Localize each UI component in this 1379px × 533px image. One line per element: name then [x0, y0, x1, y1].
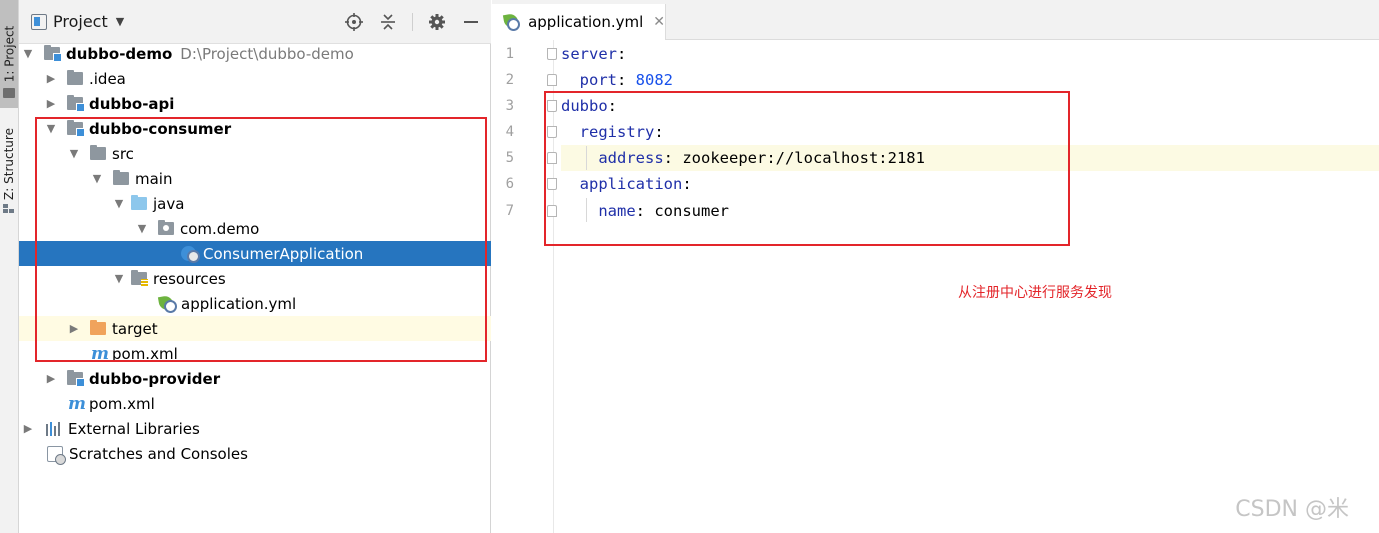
- code-line[interactable]: port: 8082: [561, 67, 1379, 93]
- tree-node-scratches[interactable]: Scratches and Consoles: [19, 441, 491, 466]
- gear-icon[interactable]: [427, 12, 447, 32]
- tree-node-dubbo-provider[interactable]: ▶ dubbo-provider: [19, 366, 491, 391]
- yaml-key: port: [579, 71, 617, 89]
- chevron-down-icon: ▼: [115, 15, 125, 28]
- collapse-arrow-icon[interactable]: ▶: [45, 97, 57, 110]
- structure-icon: [3, 204, 14, 213]
- fold-toggle-icon[interactable]: [547, 48, 557, 60]
- line-number: 1: [505, 46, 514, 62]
- hide-panel-icon[interactable]: [461, 12, 481, 32]
- collapse-arrow-icon[interactable]: ▶: [45, 372, 57, 385]
- module-folder-icon: [67, 95, 85, 112]
- module-folder-icon: [44, 45, 62, 62]
- tree-node-label: dubbo-api: [89, 94, 175, 113]
- code-line[interactable]: server:: [561, 41, 1379, 67]
- editor-tab-bar: application.yml ✕: [492, 0, 1379, 40]
- editor-area: application.yml ✕ 1 2 3 4 5 6 7 server: …: [492, 0, 1379, 533]
- tree-node-path: D:\Project\dubbo-demo: [180, 44, 354, 63]
- toolbar-divider: [412, 13, 413, 31]
- watermark: CSDN @米: [1235, 497, 1349, 522]
- tool-window-strip: 1: Project Z: Structure: [0, 0, 19, 533]
- project-view-selector[interactable]: Project ▼: [31, 12, 124, 31]
- collapse-all-icon[interactable]: [378, 12, 398, 32]
- tree-node-label: dubbo-provider: [89, 369, 221, 388]
- tree-node-root-pom[interactable]: m pom.xml: [19, 391, 491, 416]
- folder-icon: [3, 88, 15, 98]
- line-number: 7: [505, 203, 514, 219]
- editor-tab-label: application.yml: [528, 13, 644, 31]
- collapse-arrow-icon[interactable]: ▶: [22, 422, 34, 435]
- annotation-box-dubbo-config: [544, 91, 1070, 246]
- tree-node-external-libraries[interactable]: ▶ External Libraries: [19, 416, 491, 441]
- tree-node-idea[interactable]: ▶ .idea: [19, 66, 491, 91]
- project-tool-tab-label: 1: Project: [2, 25, 16, 83]
- collapse-arrow-icon[interactable]: ▶: [45, 72, 57, 85]
- project-panel-header: Project ▼: [19, 0, 491, 44]
- project-panel: Project ▼ ▼ dubbo-demo D:\Project\dubbo-…: [19, 0, 491, 533]
- project-icon: [31, 13, 47, 30]
- annotation-box-consumer: [35, 117, 487, 362]
- tree-node-label: pom.xml: [89, 394, 155, 413]
- structure-tool-tab[interactable]: Z: Structure: [0, 112, 18, 216]
- scratches-icon: [47, 445, 66, 465]
- maven-icon: m: [68, 393, 86, 414]
- folder-icon: [67, 70, 83, 85]
- tree-node-label: .idea: [89, 69, 126, 88]
- expand-arrow-icon[interactable]: ▼: [22, 47, 34, 60]
- close-icon[interactable]: ✕: [653, 14, 665, 30]
- line-number: 3: [505, 98, 514, 114]
- tree-node-dubbo-api[interactable]: ▶ dubbo-api: [19, 91, 491, 116]
- editor-tab-application-yml[interactable]: application.yml ✕: [492, 4, 666, 40]
- library-icon: [46, 421, 64, 436]
- project-tool-tab[interactable]: 1: Project: [0, 0, 18, 108]
- tree-node-label: dubbo-demo: [66, 44, 173, 63]
- panel-toolbar: [344, 12, 481, 32]
- tree-node-label: Scratches and Consoles: [69, 444, 248, 463]
- structure-tool-tab-label: Z: Structure: [2, 128, 16, 200]
- locate-file-icon[interactable]: [344, 12, 364, 32]
- yaml-key: server: [561, 45, 617, 63]
- module-folder-icon: [67, 370, 85, 387]
- line-number: 5: [505, 150, 514, 166]
- spring-config-icon: [504, 13, 521, 31]
- line-number: 2: [505, 72, 514, 88]
- yaml-value: 8082: [635, 71, 673, 89]
- yaml-separator: :: [617, 71, 636, 89]
- yaml-separator: :: [617, 45, 627, 63]
- line-number: 6: [505, 176, 514, 192]
- tree-node-label: External Libraries: [68, 419, 200, 438]
- annotation-text: 从注册中心进行服务发现: [958, 285, 1112, 301]
- panel-title: Project: [53, 12, 108, 31]
- tree-node-dubbo-demo[interactable]: ▼ dubbo-demo D:\Project\dubbo-demo: [19, 41, 491, 66]
- fold-end-icon[interactable]: [547, 74, 557, 86]
- line-number: 4: [505, 124, 514, 140]
